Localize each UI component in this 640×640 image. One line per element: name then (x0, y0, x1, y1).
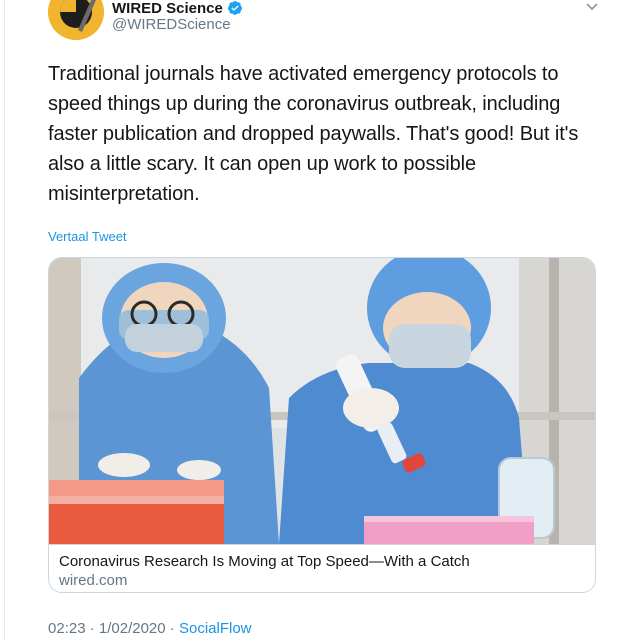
meta-separator: · (89, 620, 95, 637)
tweet-date[interactable]: 1/02/2020 (99, 620, 166, 637)
author-display-name[interactable]: WIRED Science (112, 0, 223, 17)
meta-separator: · (169, 620, 175, 637)
chevron-down-icon[interactable] (584, 0, 600, 14)
tweet: WIRED Science @WIREDScience Traditional … (0, 0, 640, 640)
timestamp-row: 02:23 · 1/02/2020 · SocialFlow (48, 620, 252, 637)
avatar[interactable] (48, 0, 104, 40)
card-meta[interactable]: Coronavirus Research Is Moving at Top Sp… (49, 544, 595, 592)
timeline-divider (4, 0, 5, 640)
tweet-time[interactable]: 02:23 (48, 620, 86, 637)
tweet-text: Traditional journals have activated emer… (48, 63, 579, 205)
author-handle[interactable]: @WIREDScience (112, 16, 231, 33)
link-card[interactable]: Coronavirus Research Is Moving at Top Sp… (48, 257, 596, 593)
card-image[interactable] (49, 258, 596, 544)
source-link[interactable]: SocialFlow (179, 620, 252, 637)
translate-tweet-link[interactable]: Vertaal Tweet (48, 229, 127, 244)
verified-badge-icon (227, 1, 242, 15)
wired-logo-icon (48, 0, 104, 40)
card-title[interactable]: Coronavirus Research Is Moving at Top Sp… (59, 553, 470, 570)
card-domain[interactable]: wired.com (59, 572, 127, 589)
